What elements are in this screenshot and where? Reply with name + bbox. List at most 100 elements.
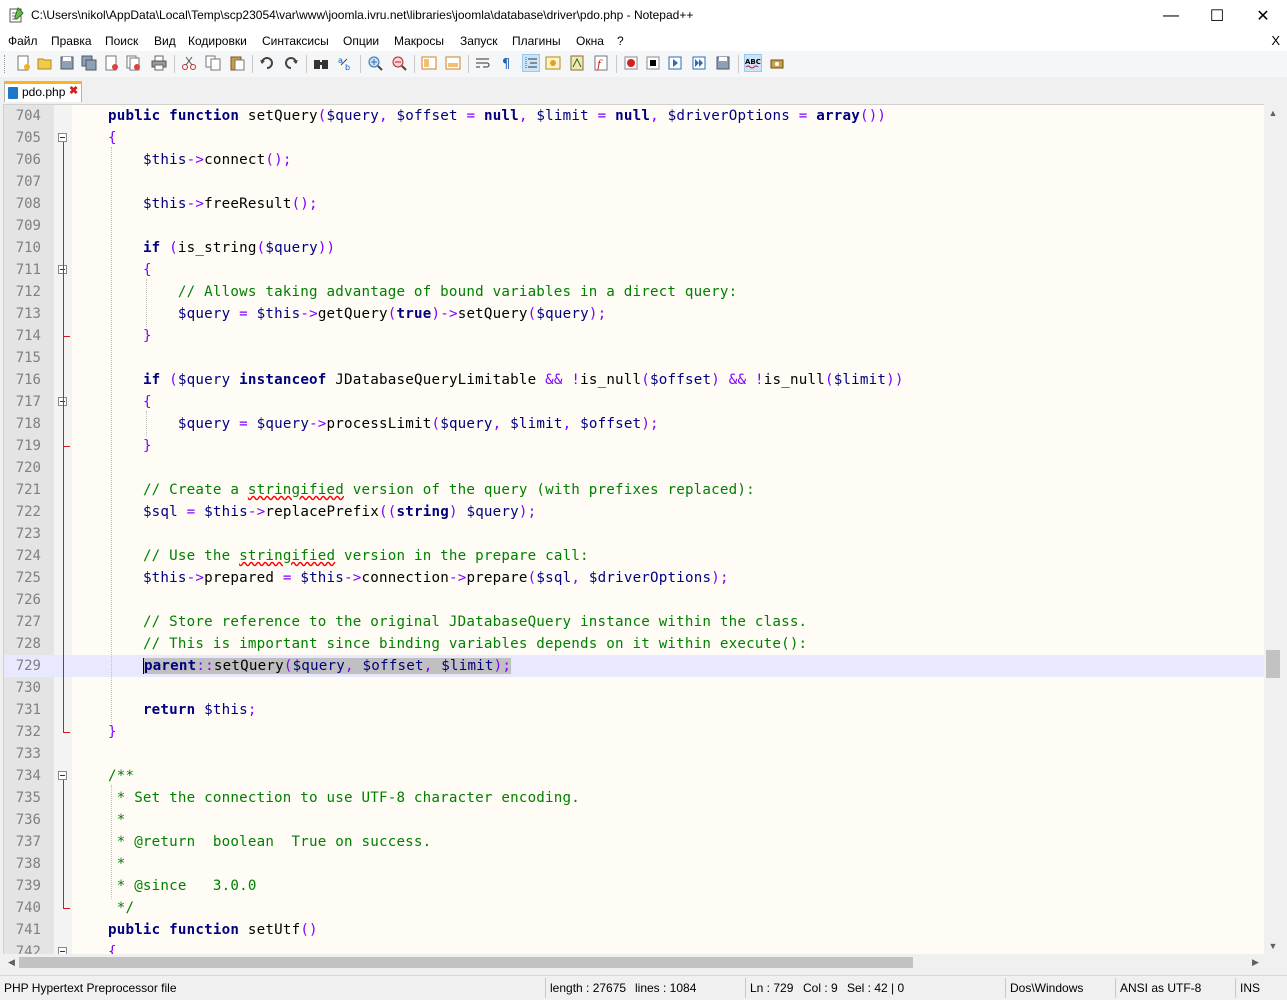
undo-icon[interactable]: [258, 54, 276, 72]
udl-icon[interactable]: [544, 54, 562, 72]
run-macro-multiple-icon[interactable]: [690, 54, 708, 72]
code-line[interactable]: 705 {: [4, 127, 1265, 149]
code-line[interactable]: 713 $query = $this->getQuery(true)->setQ…: [4, 303, 1265, 325]
open-file-icon[interactable]: [36, 54, 54, 72]
code-line[interactable]: 736 *: [4, 809, 1265, 831]
code-line[interactable]: 740 */: [4, 897, 1265, 919]
code-line[interactable]: 716 if ($query instanceof JDatabaseQuery…: [4, 369, 1265, 391]
code-line[interactable]: 723: [4, 523, 1265, 545]
code-line[interactable]: 727 // Store reference to the original J…: [4, 611, 1265, 633]
code-line[interactable]: 733: [4, 743, 1265, 765]
zoom-in-icon[interactable]: [366, 54, 384, 72]
sync-horizontal-icon[interactable]: [444, 54, 462, 72]
code-line[interactable]: 731 return $this;: [4, 699, 1265, 721]
code-line[interactable]: 732 }: [4, 721, 1265, 743]
fold-toggle-icon[interactable]: [58, 133, 67, 142]
code-line[interactable]: 730: [4, 677, 1265, 699]
stop-macro-icon[interactable]: [644, 54, 662, 72]
sync-vertical-icon[interactable]: [420, 54, 438, 72]
menu-windows[interactable]: Окна: [576, 34, 604, 48]
menu-macros[interactable]: Макросы: [394, 34, 444, 48]
code-line[interactable]: 726: [4, 589, 1265, 611]
code-line[interactable]: 712 // Allows taking advantage of bound …: [4, 281, 1265, 303]
code-line[interactable]: 710 if (is_string($query)): [4, 237, 1265, 259]
menu-plugins[interactable]: Плагины: [512, 34, 561, 48]
code-line[interactable]: 718 $query = $query->processLimit($query…: [4, 413, 1265, 435]
code-line[interactable]: 729 parent::setQuery($query, $offset, $l…: [4, 655, 1265, 677]
menu-search[interactable]: Поиск: [105, 34, 138, 48]
scroll-down-icon[interactable]: ▼: [1264, 937, 1282, 954]
code-line[interactable]: 708 $this->freeResult();: [4, 193, 1265, 215]
vertical-scroll-thumb[interactable]: [1266, 650, 1280, 678]
spell-settings-icon[interactable]: [768, 54, 786, 72]
word-wrap-icon[interactable]: [474, 54, 492, 72]
code-line[interactable]: 725 $this->prepared = $this->connection-…: [4, 567, 1265, 589]
code-line[interactable]: 720: [4, 457, 1265, 479]
close-all-icon[interactable]: [124, 54, 142, 72]
tab-close-icon[interactable]: ✖: [69, 84, 78, 97]
vertical-scrollbar[interactable]: ▲ ▼: [1264, 104, 1282, 954]
cut-icon[interactable]: [180, 54, 198, 72]
maximize-button[interactable]: ☐: [1194, 0, 1240, 31]
code-line[interactable]: 734 /**: [4, 765, 1265, 787]
scroll-up-icon[interactable]: ▲: [1264, 104, 1282, 121]
status-encoding[interactable]: ANSI as UTF-8: [1120, 981, 1201, 995]
spell-check-icon[interactable]: ABC: [744, 54, 762, 72]
close-button[interactable]: ✕: [1240, 0, 1286, 31]
code-line[interactable]: 724 // Use the stringified version in th…: [4, 545, 1265, 567]
status-eol[interactable]: Dos\Windows: [1010, 981, 1083, 995]
code-line[interactable]: 706 $this->connect();: [4, 149, 1265, 171]
save-macro-icon[interactable]: [714, 54, 732, 72]
close-file-icon[interactable]: [102, 54, 120, 72]
print-icon[interactable]: [150, 54, 168, 72]
scroll-left-icon[interactable]: ◀: [3, 954, 20, 971]
toolbar-grip[interactable]: [4, 55, 8, 73]
code-line[interactable]: 714 }: [4, 325, 1265, 347]
show-all-chars-icon[interactable]: ¶: [498, 54, 516, 72]
code-line[interactable]: 738 *: [4, 853, 1265, 875]
code-line[interactable]: 737 * @return boolean True on success.: [4, 831, 1265, 853]
save-icon[interactable]: [58, 54, 76, 72]
code-line[interactable]: 719 }: [4, 435, 1265, 457]
code-line[interactable]: 735 * Set the connection to use UTF-8 ch…: [4, 787, 1265, 809]
horizontal-scrollbar[interactable]: ◀ ▶: [3, 954, 1264, 971]
paste-icon[interactable]: [228, 54, 246, 72]
indent-guide-icon[interactable]: [522, 54, 540, 72]
menu-view[interactable]: Вид: [154, 34, 176, 48]
code-line[interactable]: 709: [4, 215, 1265, 237]
code-editor[interactable]: 704 public function setQuery($query, $of…: [3, 104, 1265, 955]
replace-icon[interactable]: ab: [336, 54, 354, 72]
code-line[interactable]: 715: [4, 347, 1265, 369]
code-line[interactable]: 728 // This is important since binding v…: [4, 633, 1265, 655]
scroll-right-icon[interactable]: ▶: [1247, 954, 1264, 971]
menu-options[interactable]: Опции: [343, 34, 379, 48]
menu-file[interactable]: Файл: [8, 34, 38, 48]
tab-pdo-php[interactable]: pdo.php ✖: [4, 81, 82, 102]
doc-map-icon[interactable]: [568, 54, 586, 72]
play-macro-icon[interactable]: [666, 54, 684, 72]
find-icon[interactable]: [312, 54, 330, 72]
menu-run[interactable]: Запуск: [460, 34, 498, 48]
copy-icon[interactable]: [204, 54, 222, 72]
code-line[interactable]: 721 // Create a stringified version of t…: [4, 479, 1265, 501]
code-line[interactable]: 717 {: [4, 391, 1265, 413]
zoom-out-icon[interactable]: [390, 54, 408, 72]
record-macro-icon[interactable]: [622, 54, 640, 72]
code-line[interactable]: 707: [4, 171, 1265, 193]
code-line[interactable]: 711 {: [4, 259, 1265, 281]
redo-icon[interactable]: [282, 54, 300, 72]
function-list-icon[interactable]: f: [592, 54, 610, 72]
menu-encoding[interactable]: Кодировки: [188, 34, 247, 48]
code-line[interactable]: 741 public function setUtf(): [4, 919, 1265, 941]
horizontal-scroll-thumb[interactable]: [19, 957, 913, 968]
menu-edit[interactable]: Правка: [51, 34, 92, 48]
fold-toggle-icon[interactable]: [58, 771, 67, 780]
save-all-icon[interactable]: [80, 54, 98, 72]
new-file-icon[interactable]: [14, 54, 32, 72]
close-document-icon[interactable]: X: [1271, 33, 1280, 48]
menu-help[interactable]: ?: [617, 34, 624, 48]
menu-syntax[interactable]: Синтаксисы: [262, 34, 329, 48]
code-line[interactable]: 739 * @since 3.0.0: [4, 875, 1265, 897]
minimize-button[interactable]: —: [1148, 0, 1194, 31]
code-line[interactable]: 742 {: [4, 941, 1265, 955]
